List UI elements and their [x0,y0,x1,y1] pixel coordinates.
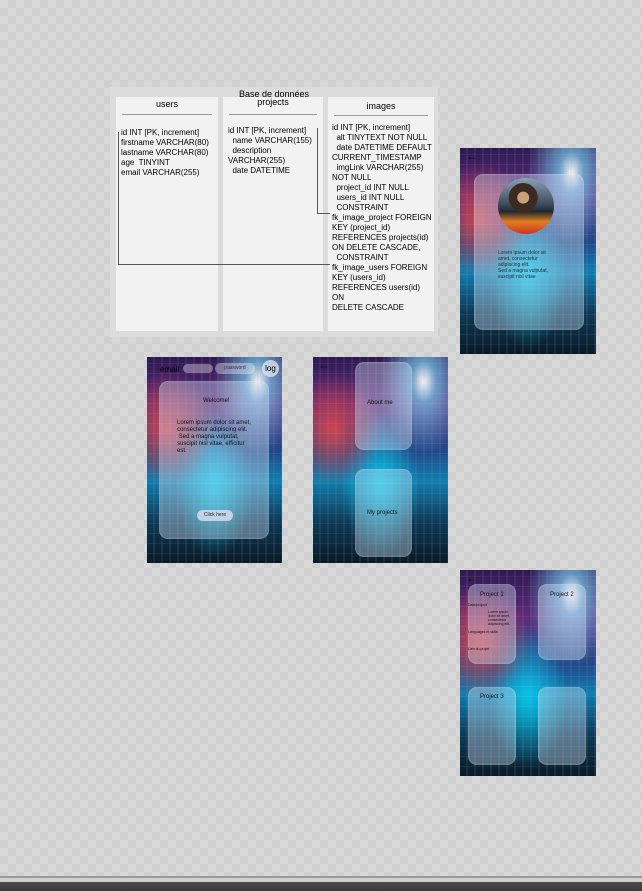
relation-projects-line-v [317,128,318,214]
click-here-button[interactable]: Click here [197,510,233,521]
table-images-name: images [366,101,396,111]
table-projects-divider [229,114,317,115]
project-card-4[interactable] [538,687,586,765]
my-projects-label: My projects [367,510,398,516]
about-me-card[interactable] [355,362,412,450]
password-input[interactable]: password [215,363,255,374]
back-arrow-icon[interactable]: ← [466,150,478,162]
back-arrow-icon[interactable]: ← [318,359,330,371]
about-me-label: About me [367,400,393,406]
table-users: users id INT [PK, increment] firstname V… [116,97,218,331]
screen-welcome: email password log Welcome! Lorem ipsum … [147,357,282,563]
table-projects: projects id INT [PK, increment] name VAR… [223,97,323,331]
project-2-title: Project 2 [550,592,574,598]
table-projects-fields: id INT [PK, increment] name VARCHAR(155)… [228,126,312,175]
project-1-date-label: Date/project [468,603,487,607]
project-1-description: Lorem ipsum dolor sit amet, consectetur … [488,610,510,626]
email-input[interactable] [183,364,213,373]
bottom-bar [0,876,642,891]
screen-menu: ← About me My projects [313,357,448,563]
table-projects-name: projects [257,97,289,107]
screen-profile: ← Lorem ipsum dolor sit amet, consectetu… [460,148,596,354]
profile-lorem: Lorem ipsum dolor sit amet, consectetur … [498,250,549,280]
email-label: email [160,365,180,374]
relation-projects-line-h [317,213,330,214]
table-users-divider [122,114,212,115]
log-button[interactable]: log [262,360,279,377]
welcome-lorem: Lorem ipsum dolor sit amet, consectetur … [177,420,252,454]
table-images: images id INT [PK, increment] alt TINYTE… [328,97,434,331]
database-diagram: Base de données users id INT [PK, increm… [110,87,438,337]
project-1-link-label: Lien du projet [468,647,490,651]
table-users-name: users [155,99,178,109]
project-3-title: Project 3 [480,694,504,700]
back-arrow-icon[interactable]: ← [466,572,478,584]
screen-projects: ← Project 1 Date/project Lorem ipsum dol… [460,570,596,776]
relation-users-line-h [118,264,330,265]
project-1-skills-label: Languages et skills [468,630,498,634]
project-1-title: Project 1 [480,592,504,598]
table-images-fields: id INT [PK, increment] alt TINYTEXT NOT … [332,123,432,312]
table-images-divider [334,115,428,116]
avatar [498,178,554,234]
relation-users-line-v [118,132,119,265]
welcome-heading: Welcome! [203,398,230,404]
table-users-fields: id INT [PK, increment] firstname VARCHAR… [121,128,209,177]
